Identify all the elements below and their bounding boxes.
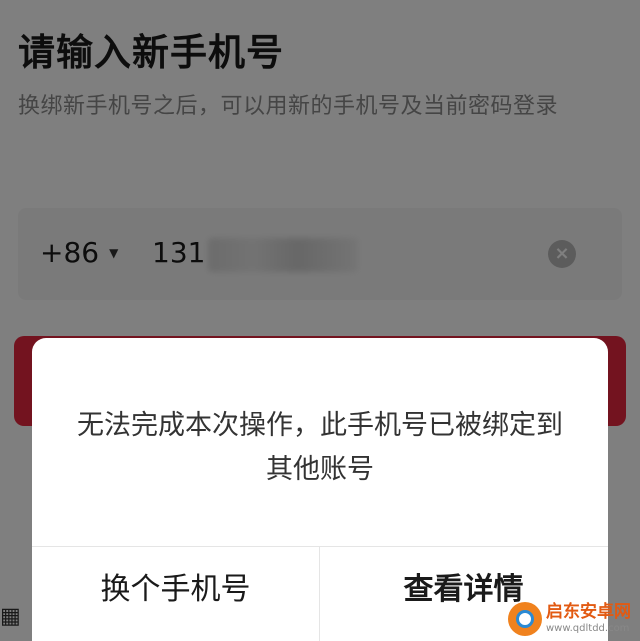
watermark-url: www.qdltdd.com bbox=[546, 623, 630, 634]
error-dialog: 无法完成本次操作，此手机号已被绑定到其他账号 换个手机号 查看详情 bbox=[32, 338, 608, 641]
dialog-divider bbox=[32, 546, 608, 547]
watermark-name: 启东安卓网 bbox=[546, 602, 631, 622]
site-watermark: 启东安卓网 www.qdltdd.com bbox=[508, 598, 638, 640]
change-phone-button[interactable]: 换个手机号 bbox=[32, 568, 319, 612]
dialog-message: 无法完成本次操作，此手机号已被绑定到其他账号 bbox=[77, 410, 563, 485]
watermark-logo-icon bbox=[508, 602, 542, 636]
